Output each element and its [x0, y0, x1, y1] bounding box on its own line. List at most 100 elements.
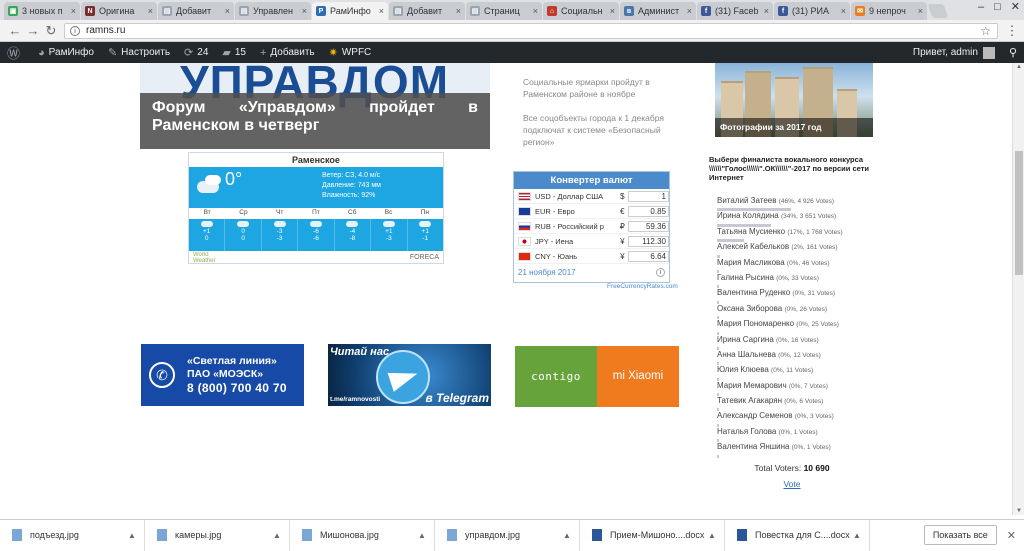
- tab-close-icon[interactable]: ×: [379, 6, 384, 16]
- browser-tab[interactable]: ⌂ Социальн ×: [543, 2, 619, 20]
- chevron-up-icon[interactable]: ▲: [853, 531, 869, 540]
- minimize-icon[interactable]: –: [978, 0, 984, 14]
- bookmark-star-icon[interactable]: ☆: [980, 24, 991, 38]
- admin-wpfc-link[interactable]: ✷ WPFC: [322, 42, 379, 63]
- url-field[interactable]: i ramns.ru ☆: [64, 22, 998, 39]
- browser-menu-icon[interactable]: ⋮: [1004, 23, 1020, 39]
- page-scrollbar[interactable]: ▲ ▼: [1012, 63, 1024, 515]
- admin-search[interactable]: ⚲: [1002, 42, 1024, 63]
- currency-amount-input[interactable]: 112.30: [628, 235, 669, 247]
- download-item[interactable]: подъезд.jpg ▲: [0, 519, 145, 551]
- browser-tab[interactable]: N Оригина ×: [81, 2, 157, 20]
- news-link-fairs[interactable]: Социальные ярмарки пройдут в Раменском р…: [523, 76, 673, 100]
- currency-symbol: ₽: [619, 221, 625, 231]
- tab-close-icon[interactable]: ×: [533, 6, 538, 16]
- browser-tab[interactable]: ▤ Управлен ×: [235, 2, 311, 20]
- converter-source-link[interactable]: FreeCurrencyRates.com: [607, 283, 678, 290]
- download-item[interactable]: Мишонова.jpg ▲: [290, 519, 435, 551]
- cloud-icon: [237, 221, 250, 227]
- close-window-icon[interactable]: ✕: [1011, 0, 1020, 14]
- weather-day-high: -6: [313, 228, 319, 235]
- vote-link[interactable]: Vote: [709, 479, 875, 489]
- tab-title: Социальн: [561, 6, 603, 16]
- tab-close-icon[interactable]: ×: [71, 6, 76, 16]
- browser-tab[interactable]: ▤ Добавит ×: [158, 2, 234, 20]
- chevron-up-icon[interactable]: ▲: [418, 531, 434, 540]
- chevron-up-icon[interactable]: ▲: [128, 531, 144, 540]
- currency-symbol: ¥: [620, 251, 625, 261]
- admin-add-link[interactable]: + Добавить: [253, 42, 322, 63]
- browser-tab[interactable]: f (31) Faceb ×: [697, 2, 773, 20]
- tab-close-icon[interactable]: ×: [918, 6, 923, 16]
- admin-comments-link[interactable]: ▰ 15: [215, 42, 253, 63]
- maximize-icon[interactable]: □: [994, 0, 1001, 14]
- telegram-banner[interactable]: Читай нас t.me/ramnovosti в Telegram: [328, 344, 491, 406]
- weather-day-low: 0: [204, 235, 209, 242]
- chevron-up-icon[interactable]: ▲: [273, 531, 289, 540]
- eu-flag-icon: [518, 206, 531, 216]
- download-item[interactable]: камеры.jpg ▲: [145, 519, 290, 551]
- foreca-logo[interactable]: FORECA: [410, 254, 439, 261]
- tab-close-icon[interactable]: ×: [302, 6, 307, 16]
- poll-option-result: (46%, 4 926 Votes): [778, 198, 835, 205]
- weather-day-high: +1: [203, 228, 211, 235]
- browser-tab[interactable]: ✉ 9 непроч ×: [851, 2, 927, 20]
- currency-amount-input[interactable]: 1: [628, 190, 669, 202]
- weather-city: Раменское: [292, 155, 340, 165]
- new-tab-button[interactable]: [927, 4, 949, 18]
- forward-icon[interactable]: →: [24, 23, 42, 38]
- worldweather-logo[interactable]: World Weather: [193, 252, 216, 264]
- tab-close-icon[interactable]: ×: [764, 6, 769, 16]
- contigo-xiaomi-banner[interactable]: contigo mi Xiaomi: [515, 346, 679, 407]
- tab-favicon-icon: ⌂: [547, 6, 557, 16]
- telegram-icon: [376, 350, 430, 404]
- tab-close-icon[interactable]: ×: [687, 6, 692, 16]
- back-icon[interactable]: ←: [6, 23, 24, 38]
- currency-amount-input[interactable]: 6.64: [628, 250, 669, 262]
- admin-account-link[interactable]: Привет, admin: [906, 42, 1002, 63]
- poll-title: Выбери финалиста вокального конкурса \\\…: [709, 155, 869, 182]
- tab-close-icon[interactable]: ×: [148, 6, 153, 16]
- admin-customize-link[interactable]: ✎ Настроить: [101, 42, 177, 63]
- tab-close-icon[interactable]: ×: [610, 6, 615, 16]
- featured-news[interactable]: УПРАВДОМ Форум «Управдом» пройдет в Раме…: [140, 63, 490, 149]
- featured-news-title[interactable]: Форум «Управдом» пройдет в Раменском в ч…: [140, 93, 490, 149]
- tab-title: Страниц: [484, 6, 520, 16]
- scroll-up-icon[interactable]: ▲: [1013, 64, 1024, 70]
- news-link-safe-region[interactable]: Все соцобъекты города к 1 декабря подклю…: [523, 112, 673, 148]
- tab-close-icon[interactable]: ×: [841, 6, 846, 16]
- tab-close-icon[interactable]: ×: [225, 6, 230, 16]
- browser-tab[interactable]: в Админист ×: [620, 2, 696, 20]
- scroll-down-icon[interactable]: ▼: [1013, 508, 1024, 514]
- weather-current: 0° Ветер: СЗ, 4.0 м/с Давление: 743 мм В…: [189, 167, 443, 208]
- moesk-banner[interactable]: ✆ «Светлая линия» ПАО «МОЭСК» 8 (800) 70…: [141, 344, 304, 406]
- currency-amount-input[interactable]: 59.36: [628, 220, 669, 232]
- browser-tab[interactable]: ▤ Добавит ×: [389, 2, 465, 20]
- browser-tab[interactable]: f (31) РИА ×: [774, 2, 850, 20]
- chevron-up-icon[interactable]: ▲: [708, 531, 724, 540]
- download-item[interactable]: Повестка для С....docx ▲: [725, 519, 870, 551]
- chevron-up-icon[interactable]: ▲: [563, 531, 579, 540]
- browser-tab[interactable]: Р РамИнфо ×: [312, 2, 388, 20]
- close-shelf-icon[interactable]: ✕: [1007, 529, 1016, 542]
- tab-close-icon[interactable]: ×: [456, 6, 461, 16]
- updates-count: 24: [197, 47, 209, 58]
- cloud-icon-small: [205, 175, 221, 185]
- browser-tab[interactable]: ▤ Страниц ×: [466, 2, 542, 20]
- currency-amount-input[interactable]: 0.85: [628, 205, 669, 217]
- reload-icon[interactable]: ↻: [42, 23, 60, 39]
- download-item[interactable]: управдом.jpg ▲: [435, 519, 580, 551]
- weather-day-high: +1: [385, 228, 393, 235]
- download-item[interactable]: Прием-Мишоно....docx ▲: [580, 519, 725, 551]
- currency-row: USD - Доллар США $1: [514, 189, 669, 204]
- admin-site-link[interactable]: ◕ РамИнфо: [31, 42, 101, 63]
- weather-day-name: Вт: [203, 209, 211, 216]
- show-all-downloads-button[interactable]: Показать все: [923, 525, 997, 545]
- wp-logo[interactable]: Ⓦ: [0, 42, 31, 63]
- site-info-icon[interactable]: i: [70, 25, 80, 36]
- info-icon[interactable]: i: [656, 267, 665, 277]
- photo-gallery-tile[interactable]: Фотографии за 2017 год: [715, 63, 873, 137]
- browser-tab[interactable]: ▣ 3 новых п ×: [4, 2, 80, 20]
- admin-updates-link[interactable]: ⟳ 24: [177, 42, 215, 63]
- scrollbar-thumb[interactable]: [1015, 151, 1023, 275]
